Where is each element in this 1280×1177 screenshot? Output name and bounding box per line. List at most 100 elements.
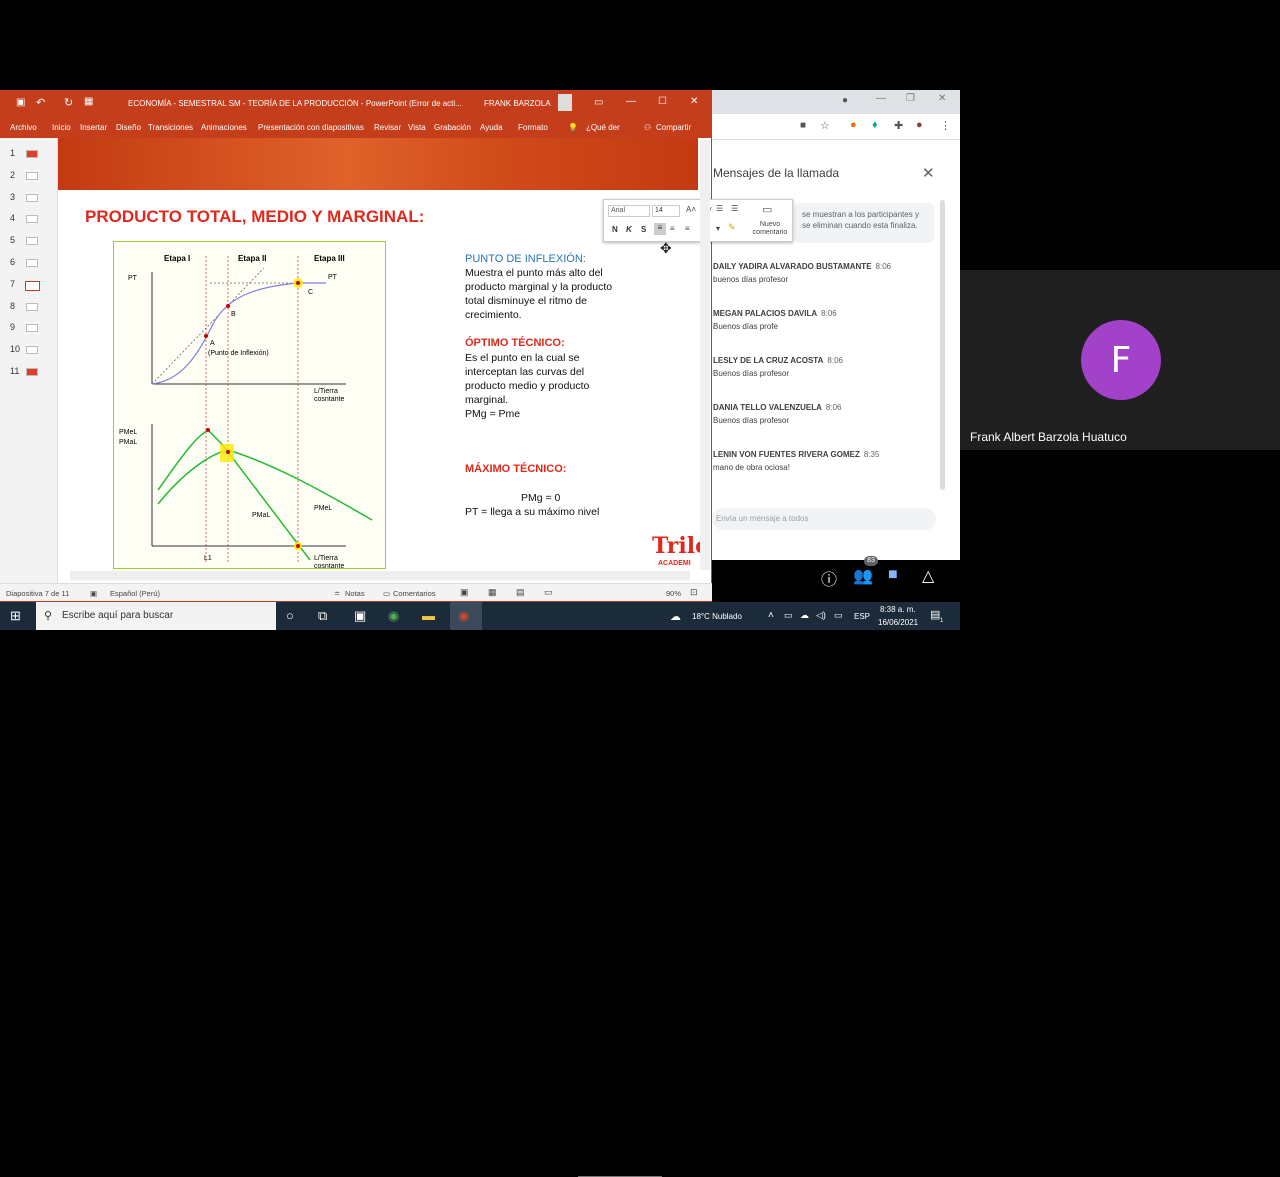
text-line[interactable]: PT = llega a su máximo nivel xyxy=(465,505,599,519)
ribbon-options-icon[interactable]: ▭ xyxy=(594,97,603,108)
tab-grabacion[interactable]: Grabación xyxy=(434,123,471,132)
horizontal-scrollbar[interactable] xyxy=(70,571,690,580)
puzzle-icon[interactable]: ✚ xyxy=(894,119,903,132)
slide-thumbnail[interactable] xyxy=(26,259,38,267)
indent-icon[interactable]: ☰ xyxy=(731,204,738,213)
tab-formato[interactable]: Formato xyxy=(518,123,548,132)
size-select[interactable]: 14 xyxy=(652,205,680,217)
star-icon[interactable]: ☆ xyxy=(820,119,830,132)
restore-icon[interactable]: ❐ xyxy=(906,93,915,104)
align-left-icon[interactable]: ≡ xyxy=(654,223,666,235)
tab-insertar[interactable]: Insertar xyxy=(80,123,107,132)
text-line[interactable]: Es el punto en la cual se xyxy=(465,351,579,365)
profile-icon[interactable]: ● xyxy=(916,119,923,131)
share-button[interactable]: Compartir xyxy=(656,123,691,132)
menu-icon[interactable]: ⋮ xyxy=(940,119,951,132)
tab-ayuda[interactable]: Ayuda xyxy=(480,123,503,132)
font-select[interactable]: Arial xyxy=(608,205,650,217)
tab-transiciones[interactable]: Transiciones xyxy=(148,123,193,132)
battery-icon[interactable]: ▭ xyxy=(784,610,793,621)
sorter-view-icon[interactable]: ▦ xyxy=(488,587,497,598)
shadow-button[interactable]: S xyxy=(641,225,646,234)
tell-me-input[interactable]: ¿Qué der xyxy=(586,123,620,132)
text-line[interactable]: total disminuye el ritmo de xyxy=(465,294,587,308)
inflexion-heading[interactable]: PUNTO DE INFLEXIÓN: xyxy=(465,252,586,266)
clock-date[interactable]: 16/06/2021 xyxy=(878,618,918,627)
scrollbar[interactable] xyxy=(940,200,945,490)
powerpoint-icon[interactable]: ◉ xyxy=(458,608,469,624)
notes-button[interactable]: Notas xyxy=(345,589,365,598)
text-line[interactable]: Muestra el punto más alto del xyxy=(465,266,603,280)
italic-button[interactable]: K xyxy=(626,225,632,234)
text-line[interactable]: crecimiento. xyxy=(465,308,522,322)
chevron-down-icon[interactable]: ▾ xyxy=(716,224,720,233)
text-line[interactable]: interceptan las curvas del xyxy=(465,365,584,379)
cortana-icon[interactable]: ○ xyxy=(286,608,294,623)
maximo-heading[interactable]: MÁXIMO TÉCNICO: xyxy=(465,463,566,475)
chat-icon[interactable]: ■ xyxy=(888,566,898,584)
comments-icon[interactable]: ▭ xyxy=(383,589,390,598)
store-icon[interactable]: ▣ xyxy=(354,608,366,624)
info-icon[interactable]: ⓘ xyxy=(821,566,837,590)
close-icon[interactable]: ✕ xyxy=(922,164,935,182)
extension-icon[interactable]: ♦ xyxy=(872,119,878,131)
fit-icon[interactable]: ⊡ xyxy=(690,587,698,598)
bold-button[interactable]: N xyxy=(612,225,618,234)
text-line[interactable]: producto marginal y la producto xyxy=(465,280,612,294)
tab-inicio[interactable]: Inicio xyxy=(52,123,71,132)
tab-revisar[interactable]: Revisar xyxy=(374,123,401,132)
normal-view-icon[interactable]: ▣ xyxy=(460,587,469,598)
zoom-level[interactable]: 90% xyxy=(666,589,681,598)
chrome-icon[interactable]: ◉ xyxy=(388,608,399,624)
slideshow-icon[interactable]: ▭ xyxy=(544,587,553,598)
camera-icon[interactable]: ■ xyxy=(800,120,806,131)
comment-icon[interactable]: ▭ xyxy=(762,203,772,216)
highlight-icon[interactable]: ✎ xyxy=(728,222,736,233)
new-comment-button[interactable]: Nuevo comentario xyxy=(748,221,792,237)
slide-thumbnail[interactable] xyxy=(25,280,40,291)
maximize-icon[interactable]: ☐ xyxy=(658,96,667,107)
slide-thumbnail[interactable] xyxy=(26,368,38,376)
weather[interactable]: 18°C Nublado xyxy=(692,612,742,621)
tab-vista[interactable]: Vista xyxy=(408,123,426,132)
notification-icon[interactable]: ▤ xyxy=(930,608,940,621)
extension-icon[interactable]: ● xyxy=(850,119,857,131)
notes-icon[interactable]: ≐ xyxy=(334,589,340,598)
tab-animaciones[interactable]: Animaciones xyxy=(201,123,247,132)
profile-icon[interactable]: ● xyxy=(842,95,848,106)
onedrive-icon[interactable]: ☁ xyxy=(800,610,809,621)
undo-icon[interactable]: ↶ xyxy=(36,96,45,109)
tab-archivo[interactable]: Archivo xyxy=(10,123,37,132)
align-center-icon[interactable]: ≡ xyxy=(670,224,675,233)
close-icon[interactable]: ✕ xyxy=(690,96,698,107)
input-language[interactable]: ESP xyxy=(854,612,870,621)
people-icon[interactable]: 👥 xyxy=(853,566,873,586)
slide-thumbnail[interactable] xyxy=(26,150,38,158)
slide-thumbnail[interactable] xyxy=(26,237,38,246)
chat-input[interactable]: Envía un mensaje a todos xyxy=(712,508,936,530)
save-icon[interactable]: ▣ xyxy=(16,97,25,108)
tab-presentacion[interactable]: Presentación con diapositivas xyxy=(258,123,364,132)
optimo-heading[interactable]: ÓPTIMO TÉCNICO: xyxy=(465,337,565,349)
reading-view-icon[interactable]: ▤ xyxy=(516,587,525,598)
chevron-up-icon[interactable]: ˄ xyxy=(768,610,774,621)
folder-icon[interactable]: ▬ xyxy=(422,608,435,623)
windows-start-icon[interactable]: ⊞ xyxy=(10,608,21,624)
spellcheck-icon[interactable]: ▣ xyxy=(90,589,97,598)
redo-icon[interactable]: ↻ xyxy=(64,96,73,109)
task-view-icon[interactable]: ⧉ xyxy=(318,608,327,624)
text-line[interactable]: PMg = Pme xyxy=(465,407,520,421)
minimize-icon[interactable]: — xyxy=(876,93,886,104)
grow-font-icon[interactable]: A˄ xyxy=(686,205,696,214)
text-line[interactable]: PMg = 0 xyxy=(521,491,560,505)
slide-thumbnail[interactable] xyxy=(26,215,38,224)
activities-icon[interactable]: △ xyxy=(922,566,934,586)
avatar[interactable] xyxy=(558,94,572,111)
comments-button[interactable]: Comentarios xyxy=(393,589,436,598)
language[interactable]: Español (Perú) xyxy=(110,589,160,598)
taskbar-search[interactable]: Escribe aquí para buscar xyxy=(36,602,276,630)
text-line[interactable]: marginal. xyxy=(465,393,508,407)
vertical-scrollbar[interactable] xyxy=(700,140,710,570)
text-line[interactable]: producto medio y producto xyxy=(465,379,589,393)
close-icon[interactable]: ✕ xyxy=(938,93,946,104)
